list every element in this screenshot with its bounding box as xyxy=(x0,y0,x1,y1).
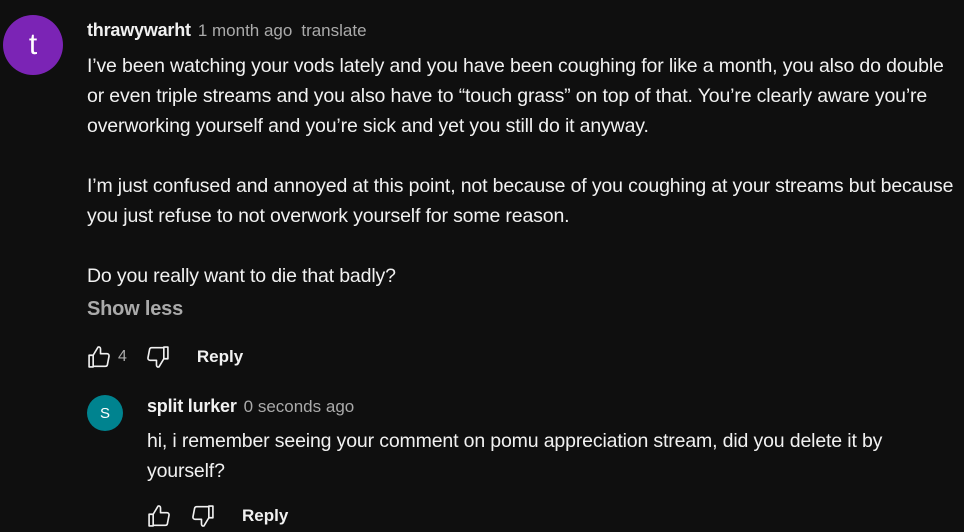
reply-timestamp[interactable]: 0 seconds ago xyxy=(244,397,355,417)
thumbs-down-icon xyxy=(192,505,214,527)
avatar[interactable]: t xyxy=(3,15,63,75)
comment-header: thrawywarht 1 month ago translate xyxy=(87,20,367,41)
like-count: 4 xyxy=(118,348,127,365)
like-button[interactable] xyxy=(82,341,116,373)
comment-paragraph: Do you really want to die that badly? xyxy=(87,265,396,287)
comment-paragraph: I’ve been watching your vods lately and … xyxy=(87,55,944,137)
comment-body: I’ve been watching your vods lately and … xyxy=(87,51,962,291)
comment-timestamp[interactable]: 1 month ago xyxy=(198,21,293,41)
show-less-button[interactable]: Show less xyxy=(87,298,183,321)
thumbs-up-icon xyxy=(88,346,110,368)
reply-reply-button[interactable]: Reply xyxy=(242,506,288,526)
translate-link[interactable]: translate xyxy=(301,21,366,41)
reply-header: split lurker 0 seconds ago xyxy=(147,396,354,417)
comment-author[interactable]: thrawywarht xyxy=(87,20,191,41)
reply-button[interactable]: Reply xyxy=(197,347,243,367)
reply-like-button[interactable] xyxy=(142,500,176,532)
comment-action-bar: 4 Reply xyxy=(82,341,243,373)
comment-paragraph: I’m just confused and annoyed at this po… xyxy=(87,175,954,227)
reply-action-bar: Reply xyxy=(142,500,288,532)
thumbs-up-icon xyxy=(148,505,170,527)
reply-avatar[interactable]: S xyxy=(87,395,123,431)
reply-dislike-button[interactable] xyxy=(186,500,220,532)
reply-author[interactable]: split lurker xyxy=(147,396,237,417)
reply-body: hi, i remember seeing your comment on po… xyxy=(147,430,883,482)
dislike-button[interactable] xyxy=(141,341,175,373)
thumbs-down-icon xyxy=(147,346,169,368)
